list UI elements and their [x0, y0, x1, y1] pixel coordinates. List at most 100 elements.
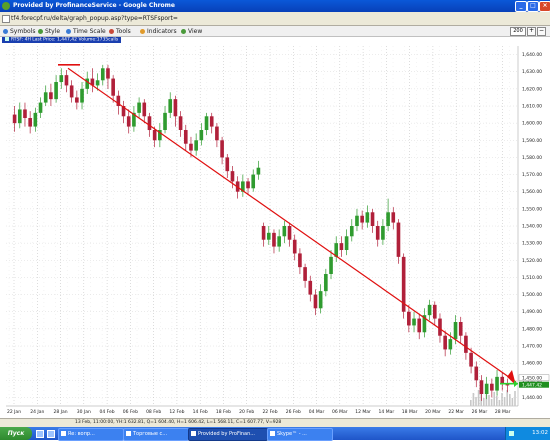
- y-tick-label: 1,620.00: [522, 86, 542, 92]
- tools-label: Tools: [116, 27, 131, 35]
- task-label: Skype™ - ...: [277, 431, 307, 437]
- candle-body: [313, 294, 318, 309]
- y-tick-label: 1,630.00: [522, 69, 542, 75]
- style-menu[interactable]: Style: [38, 27, 60, 35]
- start-button[interactable]: Пуск: [0, 427, 32, 440]
- candle-body: [282, 226, 287, 237]
- taskbar-item[interactable]: Торговые с...: [123, 428, 189, 441]
- candle-body: [261, 226, 266, 240]
- volume-bar: [470, 400, 472, 406]
- quick-launch-icon[interactable]: [47, 430, 55, 438]
- volume-bar: [514, 391, 516, 406]
- candle-body: [12, 114, 17, 124]
- volume-bar: [477, 390, 480, 406]
- clock: 13:02: [532, 430, 548, 436]
- close-button[interactable]: ×: [539, 1, 550, 12]
- y-tick-label: 1,590.00: [522, 138, 542, 144]
- task-label: Re: вопр...: [68, 431, 95, 437]
- candle-body: [85, 78, 90, 89]
- candle-body: [292, 239, 297, 254]
- candle-body: [28, 118, 32, 127]
- candle-body: [111, 78, 115, 96]
- y-tick-label: 1,550.00: [522, 206, 542, 212]
- candle-body: [432, 304, 437, 319]
- candle-body: [75, 97, 79, 103]
- candle-body: [209, 116, 214, 127]
- tools-menu[interactable]: Tools: [109, 27, 131, 35]
- candle-body: [137, 102, 141, 113]
- candle-body: [360, 215, 364, 223]
- address-bar[interactable]: tf4.forecpf.ru/delta/graph_popup.asp?typ…: [0, 12, 550, 26]
- volume-bar: [501, 393, 503, 406]
- y-tick-label: 1,510.00: [522, 275, 542, 281]
- candle-body: [349, 226, 354, 237]
- maximize-button[interactable]: □: [527, 1, 539, 12]
- x-tick-label: 26 Feb: [286, 409, 301, 415]
- candle-body: [23, 109, 27, 118]
- x-tick-label: 18 Feb: [216, 409, 231, 415]
- candle-body: [272, 232, 276, 247]
- candle-body: [142, 102, 147, 117]
- candle-body: [147, 116, 152, 130]
- time-scale-menu[interactable]: Time Scale: [66, 27, 106, 35]
- candle-body: [204, 116, 209, 130]
- candle-body: [495, 376, 499, 391]
- candle-body: [199, 130, 204, 141]
- chrome-icon: [2, 2, 10, 10]
- zoom-out-button[interactable]: −: [537, 27, 546, 36]
- y-tick-label: 1,560.00: [522, 189, 542, 195]
- x-tick-label: 24 Jan: [30, 409, 44, 415]
- tray-icon[interactable]: [509, 431, 514, 436]
- taskbar-item[interactable]: Skype™ - ...: [267, 428, 333, 441]
- url-text[interactable]: tf4.forecpf.ru/delta/graph_popup.asp?typ…: [11, 15, 178, 22]
- x-tick-label: 22 Jan: [7, 409, 21, 415]
- x-tick-label: 18 Mar: [402, 409, 418, 415]
- app-icon: [126, 431, 131, 436]
- candle-body: [38, 102, 43, 113]
- x-tick-label: 28 Mar: [495, 409, 511, 415]
- volume-bar: [490, 399, 493, 406]
- y-tick-label: 1,500.00: [522, 292, 542, 298]
- style-label: Style: [45, 27, 61, 35]
- y-tick-label: 1,610.00: [522, 104, 542, 110]
- x-tick-label: 06 Mar: [332, 409, 348, 415]
- volume-bar: [506, 390, 508, 406]
- volume-bar: [475, 397, 477, 406]
- clock-icon: [66, 28, 71, 34]
- taskbar-item[interactable]: Re: вопр...: [58, 428, 124, 441]
- x-tick-label: 20 Mar: [425, 409, 441, 415]
- x-tick-label: 08 Feb: [146, 409, 161, 415]
- indicators-menu[interactable]: Indicators: [140, 27, 177, 35]
- candle-body: [43, 92, 48, 103]
- candle-body: [64, 75, 69, 86]
- candle-body: [484, 383, 489, 394]
- candle-body: [386, 212, 390, 226]
- symbols-menu[interactable]: Symbols: [3, 27, 35, 35]
- task-label: Provided by ProFinan...: [198, 431, 256, 437]
- y-axis-labels: 1,640.00 1,630.00 1,620.00 1,610.00 1,600.00…: [522, 52, 542, 401]
- volume-bar: [472, 393, 475, 406]
- quick-launch-icon[interactable]: [36, 430, 44, 438]
- style-icon: [38, 28, 43, 34]
- taskbar-item-active[interactable]: Provided by ProFinan...: [188, 428, 268, 441]
- y-tick-label: 1,480.00: [522, 326, 542, 332]
- candle-body: [189, 143, 193, 151]
- view-menu[interactable]: View: [181, 27, 202, 35]
- indicators-label: Indicators: [147, 27, 177, 35]
- price-label: 1,450.00: [522, 375, 542, 381]
- minimize-button[interactable]: _: [515, 1, 527, 12]
- candle-body: [324, 274, 328, 292]
- last-price-label: 1,447.42: [522, 382, 542, 388]
- status-bar: 13 Feb, 11:00:00, YH:1 632.81, Q=1 604.4…: [0, 418, 550, 427]
- x-tick-label: 04 Mar: [309, 409, 325, 415]
- price-chart[interactable]: 1,640.00 1,630.00 1,620.00 1,610.00 1,600.00…: [0, 44, 550, 418]
- candle-body: [178, 116, 183, 130]
- candle-body: [277, 236, 281, 247]
- candle-body: [230, 171, 235, 182]
- candle-body: [69, 85, 74, 98]
- zoom-in-button[interactable]: +: [527, 27, 536, 36]
- indicators-icon: [140, 28, 145, 34]
- x-tick-label: 22 Feb: [262, 409, 277, 415]
- zoom-input[interactable]: 200: [510, 27, 526, 36]
- candle-body: [479, 380, 484, 394]
